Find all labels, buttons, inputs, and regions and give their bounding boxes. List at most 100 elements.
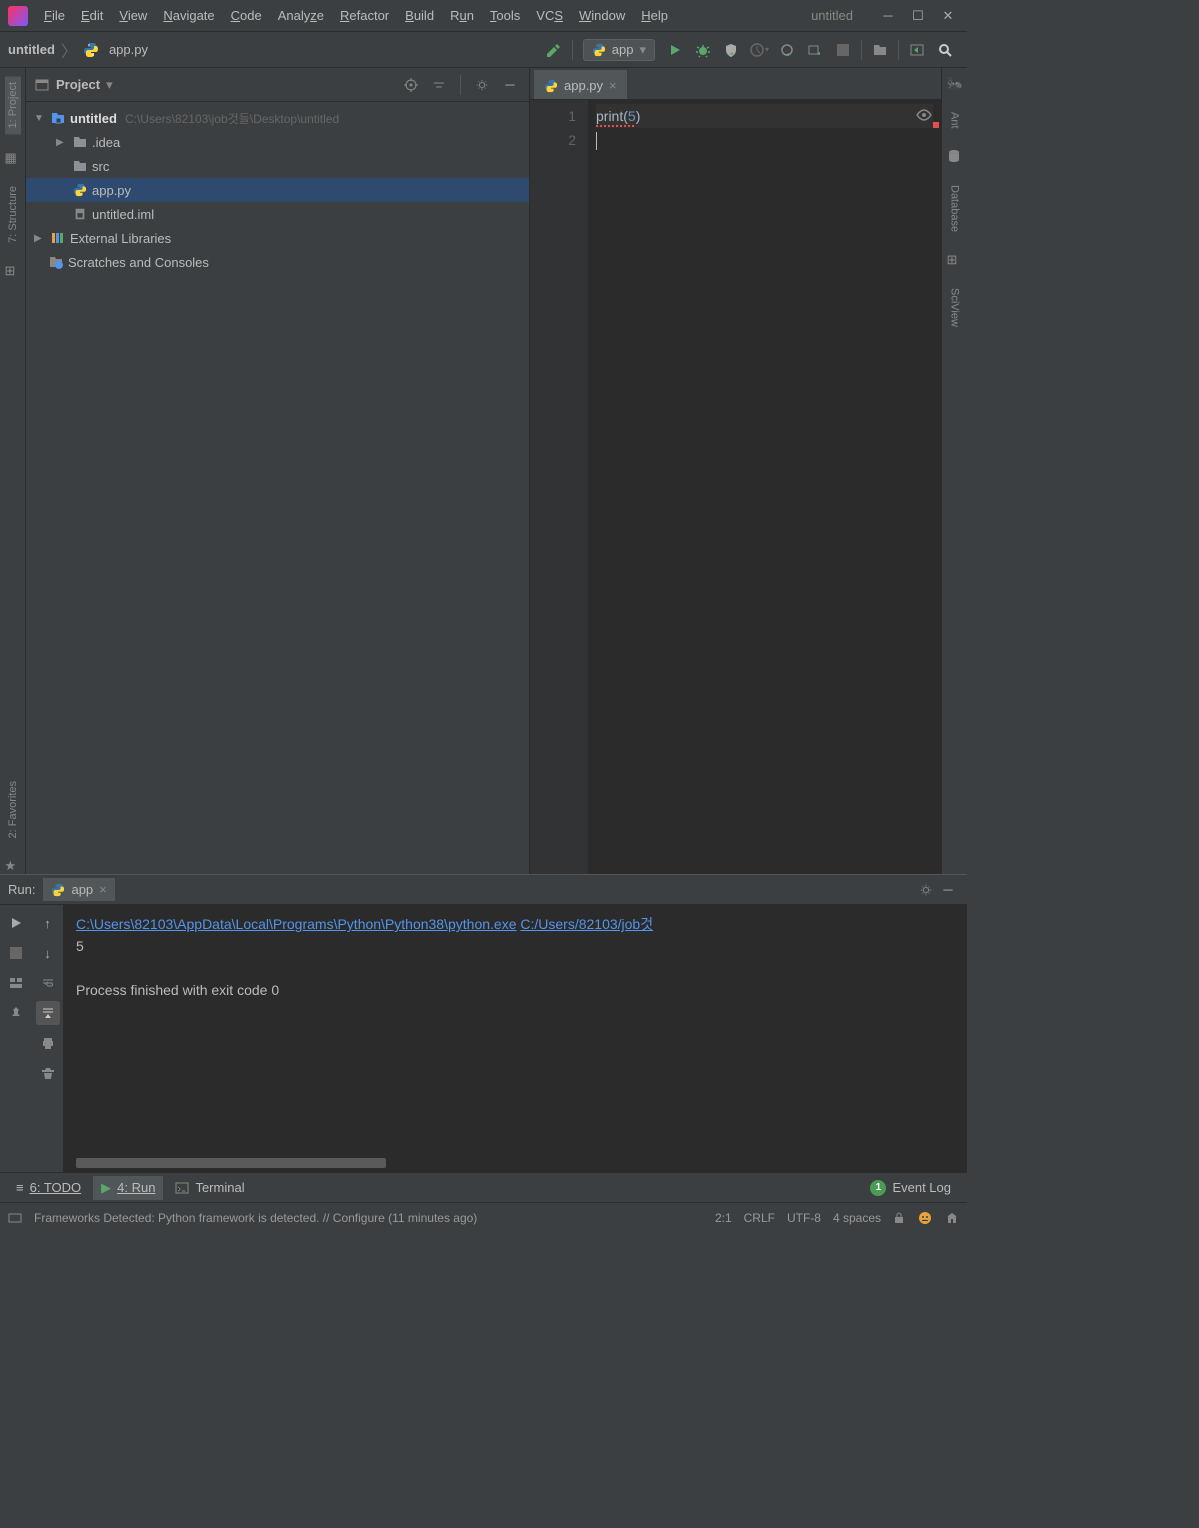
sciview-tool-icon[interactable]: ⊞ bbox=[947, 252, 963, 268]
console-path-link[interactable]: C:\Users\82103\AppData\Local\Programs\Py… bbox=[76, 916, 516, 932]
ant-tool-icon[interactable]: 🐜 bbox=[947, 76, 963, 92]
project-view-dropdown-icon[interactable]: ▾ bbox=[106, 77, 113, 93]
menu-code[interactable]: Code bbox=[223, 4, 270, 27]
todo-tab[interactable]: ≡ 6: TODO bbox=[8, 1176, 89, 1199]
sciview-tool-tab[interactable]: SciView bbox=[949, 284, 961, 331]
scratches-icon bbox=[48, 254, 64, 270]
panel-hide-icon[interactable]: ─ bbox=[499, 74, 521, 96]
run-coverage-button[interactable] bbox=[717, 36, 745, 64]
breadcrumb-project[interactable]: untitled bbox=[8, 42, 55, 57]
tree-src-folder[interactable]: src bbox=[26, 154, 529, 178]
tree-root[interactable]: ▼ untitled C:\Users\82103\job것들\Desktop\… bbox=[26, 106, 529, 130]
menu-window[interactable]: Window bbox=[571, 4, 633, 27]
tree-app-file[interactable]: app.py bbox=[26, 178, 529, 202]
hammer-build-icon[interactable] bbox=[540, 36, 568, 64]
iml-file-icon bbox=[72, 206, 88, 222]
menu-help[interactable]: Help bbox=[633, 4, 676, 27]
editor-tab-app[interactable]: app.py × bbox=[534, 70, 627, 99]
reader-mode-icon[interactable] bbox=[915, 106, 933, 124]
editor-content[interactable]: 1 2 print(5) bbox=[530, 100, 941, 874]
run-hide-icon[interactable]: ─ bbox=[937, 879, 959, 901]
menu-view[interactable]: View bbox=[111, 4, 155, 27]
maximize-button[interactable]: ☐ bbox=[903, 4, 933, 28]
console-output[interactable]: C:\Users\82103\AppData\Local\Programs\Py… bbox=[64, 905, 967, 1172]
project-tool-icon[interactable]: ▦ bbox=[5, 150, 21, 166]
close-button[interactable]: ✕ bbox=[933, 4, 963, 28]
database-tool-tab[interactable]: Database bbox=[949, 181, 961, 236]
favorites-star-icon[interactable]: ★ bbox=[5, 858, 21, 874]
scroll-down-icon[interactable]: ↓ bbox=[36, 941, 60, 965]
minimize-button[interactable]: ─ bbox=[873, 4, 903, 28]
error-stripe-icon[interactable] bbox=[933, 122, 939, 128]
stop-button[interactable] bbox=[829, 36, 857, 64]
rerun-button[interactable] bbox=[4, 911, 28, 935]
expand-arrow-icon[interactable]: ▼ bbox=[34, 113, 46, 124]
event-log-tab[interactable]: 1 Event Log bbox=[862, 1176, 959, 1200]
soft-wrap-icon[interactable] bbox=[36, 971, 60, 995]
tree-idea-folder[interactable]: ▶ .idea bbox=[26, 130, 529, 154]
locate-file-icon[interactable] bbox=[400, 74, 422, 96]
breadcrumb-file[interactable]: app.py bbox=[109, 42, 148, 57]
status-position[interactable]: 2:1 bbox=[715, 1211, 732, 1225]
print-icon[interactable] bbox=[36, 1031, 60, 1055]
tree-external-libs[interactable]: ▶ External Libraries bbox=[26, 226, 529, 250]
ide-settings-button[interactable] bbox=[903, 36, 931, 64]
scroll-to-end-icon[interactable] bbox=[36, 1001, 60, 1025]
menu-analyze[interactable]: Analyze bbox=[270, 4, 332, 27]
debug-button[interactable] bbox=[689, 36, 717, 64]
menu-file[interactable]: File bbox=[36, 4, 73, 27]
tree-iml-file[interactable]: untitled.iml bbox=[26, 202, 529, 226]
inspection-icon[interactable] bbox=[917, 1210, 933, 1226]
console-path-link2[interactable]: C:/Users/82103/job것 bbox=[520, 916, 653, 932]
tree-scratches[interactable]: Scratches and Consoles bbox=[26, 250, 529, 274]
pin-button[interactable] bbox=[4, 1001, 28, 1025]
menu-navigate[interactable]: Navigate bbox=[155, 4, 222, 27]
close-tab-icon[interactable]: × bbox=[99, 882, 107, 897]
run-config-selector[interactable]: app ▾ bbox=[583, 39, 655, 61]
menu-build[interactable]: Build bbox=[397, 4, 442, 27]
memory-icon[interactable] bbox=[945, 1211, 959, 1225]
text-caret bbox=[596, 132, 597, 150]
status-icon[interactable] bbox=[8, 1211, 22, 1225]
status-indent[interactable]: 4 spaces bbox=[833, 1211, 881, 1225]
tree-root-path: C:\Users\82103\job것들\Desktop\untitled bbox=[125, 110, 339, 127]
status-eol[interactable]: CRLF bbox=[744, 1211, 775, 1225]
scroll-up-icon[interactable]: ↑ bbox=[36, 911, 60, 935]
run-button[interactable] bbox=[661, 36, 689, 64]
status-message[interactable]: Frameworks Detected: Python framework is… bbox=[34, 1211, 477, 1225]
run-anything-button[interactable] bbox=[801, 36, 829, 64]
close-tab-icon[interactable]: × bbox=[609, 78, 617, 93]
expand-arrow-icon[interactable]: ▶ bbox=[56, 137, 68, 148]
ant-tool-tab[interactable]: Ant bbox=[949, 108, 961, 133]
attach-button[interactable] bbox=[773, 36, 801, 64]
panel-settings-icon[interactable] bbox=[471, 74, 493, 96]
expand-arrow-icon[interactable]: ▶ bbox=[34, 233, 46, 244]
menu-edit[interactable]: Edit bbox=[73, 4, 111, 27]
terminal-tab[interactable]: Terminal bbox=[167, 1176, 252, 1199]
project-panel-title[interactable]: Project bbox=[56, 77, 100, 92]
stop-run-button[interactable] bbox=[4, 941, 28, 965]
code-area[interactable]: print(5) bbox=[588, 100, 941, 874]
menu-vcs[interactable]: VCS bbox=[528, 4, 571, 27]
search-everywhere-button[interactable] bbox=[931, 36, 959, 64]
profile-button[interactable]: ▾ bbox=[745, 36, 773, 64]
database-tool-icon[interactable] bbox=[947, 149, 963, 165]
horizontal-scrollbar[interactable] bbox=[76, 1158, 386, 1168]
layout-button[interactable] bbox=[4, 971, 28, 995]
project-structure-button[interactable] bbox=[866, 36, 894, 64]
status-encoding[interactable]: UTF-8 bbox=[787, 1211, 821, 1225]
menu-tools[interactable]: Tools bbox=[482, 4, 528, 27]
favorites-tool-tab[interactable]: 2: Favorites bbox=[7, 777, 19, 842]
lock-icon[interactable] bbox=[893, 1212, 905, 1224]
run-tab[interactable]: ▶ 4: Run bbox=[93, 1176, 163, 1200]
run-tab-app[interactable]: app × bbox=[43, 878, 114, 901]
structure-tool-tab[interactable]: 7: Structure bbox=[7, 182, 19, 247]
folder-icon bbox=[72, 134, 88, 150]
collapse-all-icon[interactable] bbox=[428, 74, 450, 96]
menu-run[interactable]: Run bbox=[442, 4, 482, 27]
project-tool-tab[interactable]: 1: Project bbox=[5, 76, 21, 134]
run-settings-icon[interactable] bbox=[915, 879, 937, 901]
clear-icon[interactable] bbox=[36, 1061, 60, 1085]
structure-tool-icon[interactable]: ⊞ bbox=[5, 263, 21, 279]
menu-refactor[interactable]: Refactor bbox=[332, 4, 397, 27]
